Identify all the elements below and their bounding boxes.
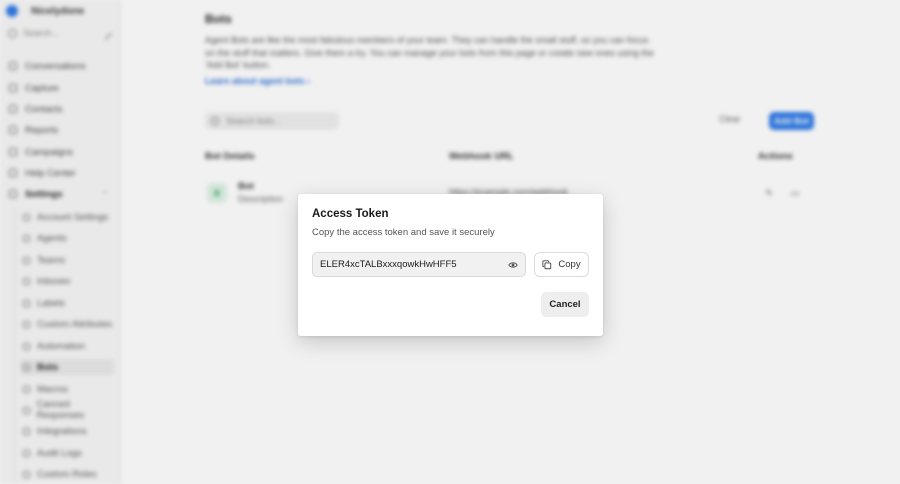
access-token-value: ELER4xcTALBxxxqowkHwHFF5: [320, 259, 457, 270]
dialog-title: Access Token: [312, 208, 389, 220]
cancel-button[interactable]: Cancel: [541, 292, 589, 317]
access-token-field[interactable]: ELER4xcTALBxxxqowkHwHFF5: [312, 252, 526, 277]
copy-button-label: Copy: [558, 259, 581, 270]
copy-icon: [542, 259, 552, 269]
access-token-dialog: Access Token Copy the access token and s…: [298, 194, 603, 336]
eye-icon[interactable]: [508, 260, 518, 270]
copy-token-button[interactable]: Copy: [534, 252, 589, 277]
dialog-subtitle: Copy the access token and save it secure…: [312, 227, 495, 238]
